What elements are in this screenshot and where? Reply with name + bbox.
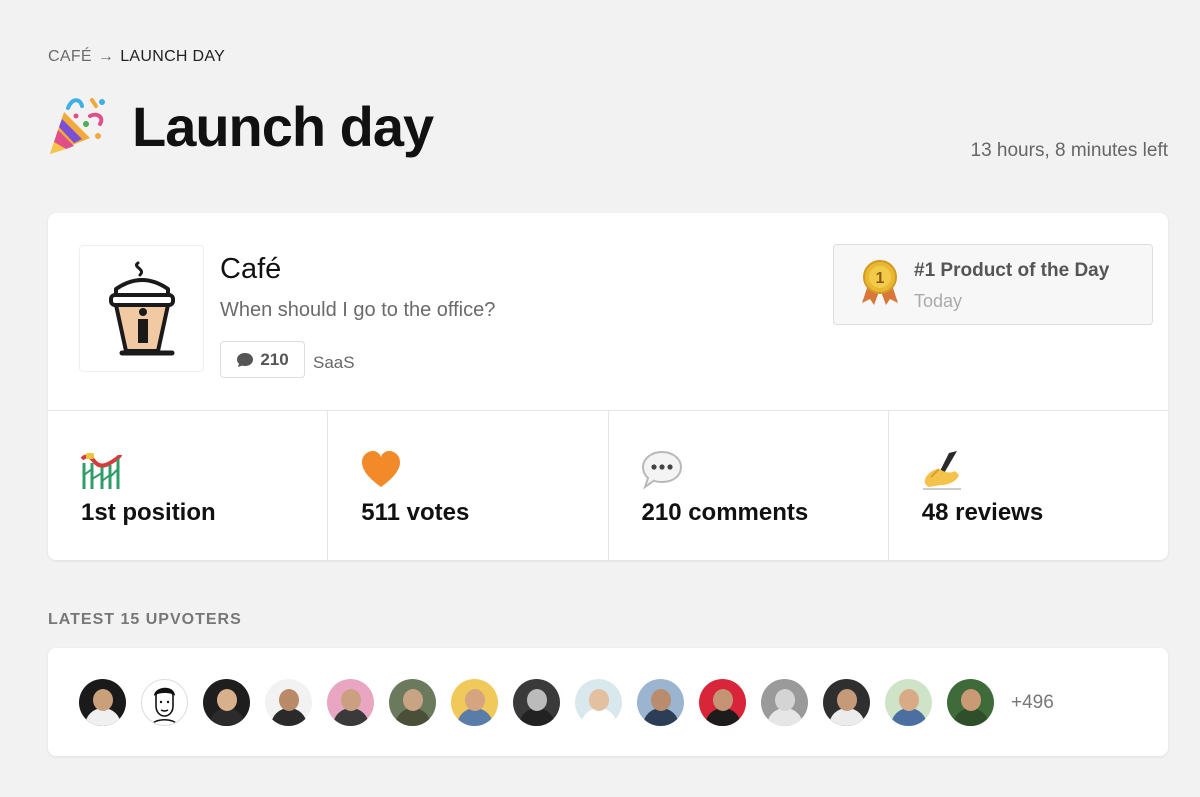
award-title: #1 Product of the Day [914, 260, 1110, 281]
avatar-head [92, 689, 113, 711]
stat-comments: 210 comments [609, 411, 889, 560]
product-logo[interactable] [79, 245, 204, 372]
orange-heart-icon [362, 451, 401, 487]
topic-tag[interactable]: SaaS [313, 353, 355, 373]
breadcrumb-current: LAUNCH DAY [120, 48, 226, 65]
avatar-head [774, 689, 795, 711]
stats-row: 1st position 511 votes 210 comments 48 r… [48, 410, 1168, 560]
sketch-face-icon [151, 687, 178, 725]
avatar-head [340, 689, 361, 711]
upvoter-avatar[interactable] [761, 679, 808, 726]
avatar-head [526, 689, 547, 711]
product-tagline: When should I go to the office? [220, 299, 496, 321]
party-popper-icon [50, 98, 105, 154]
upvoter-avatar[interactable] [79, 679, 126, 726]
avatar-head [960, 689, 981, 711]
avatar-head [278, 689, 299, 711]
writing-hand-icon [922, 451, 961, 490]
breadcrumb-separator: → [97, 48, 115, 65]
stat-reviews: 48 reviews [889, 411, 1168, 560]
page-header: Launch day 13 hours, 8 minutes left [46, 92, 1168, 166]
breadcrumb-parent-link[interactable]: CAFÉ [48, 48, 92, 66]
avatar-head [898, 689, 919, 711]
avatar-head [650, 689, 671, 711]
upvoter-avatar[interactable] [265, 679, 312, 726]
upvoter-avatar[interactable] [141, 679, 188, 726]
avatar-head [402, 689, 423, 711]
stat-position: 1st position [48, 411, 329, 560]
upvoters-section-label: LATEST 15 UPVOTERS [48, 611, 242, 628]
stat-position-label: 1st position [81, 499, 216, 526]
medal-icon: 1 [862, 260, 898, 305]
product-summary: Café When should I go to the office? 210… [48, 213, 1168, 410]
upvoter-avatar[interactable] [451, 679, 498, 726]
avatar-head [712, 689, 733, 711]
stat-votes-label: 511 votes [361, 499, 470, 526]
upvoters-card: +496 [48, 648, 1168, 756]
upvoter-avatar[interactable] [885, 679, 932, 726]
more-upvoters-count[interactable]: +496 [1011, 692, 1054, 714]
stat-reviews-label: 48 reviews [921, 499, 1044, 526]
upvoter-avatar[interactable] [947, 679, 994, 726]
avatar-head [216, 689, 237, 711]
upvoter-avatar[interactable] [203, 679, 250, 726]
breadcrumb: CAFÉ → LAUNCH DAY [48, 48, 225, 66]
comment-count: 210 [260, 349, 289, 369]
stat-comments-label: 210 comments [641, 499, 809, 526]
stat-votes: 511 votes [328, 411, 609, 560]
upvoter-avatar[interactable] [699, 679, 746, 726]
comment-icon [237, 352, 254, 367]
product-name[interactable]: Café [220, 253, 281, 286]
avatar-head [836, 689, 857, 711]
award-subtitle: Today [914, 291, 963, 311]
avatar-head [464, 689, 485, 711]
cafe-cup-logo-icon [108, 261, 175, 355]
upvoter-avatar[interactable] [823, 679, 870, 726]
roller-coaster-icon [80, 453, 122, 489]
page-title: Launch day [132, 95, 434, 158]
upvoter-avatar[interactable] [513, 679, 560, 726]
upvoter-avatar[interactable] [389, 679, 436, 726]
upvoter-avatar[interactable] [637, 679, 684, 726]
upvoter-avatar[interactable] [575, 679, 622, 726]
upvoter-avatar[interactable] [327, 679, 374, 726]
speech-bubble-icon [641, 450, 682, 490]
upvoter-avatars: +496 [79, 679, 1054, 726]
time-left-text: 13 hours, 8 minutes left [970, 140, 1169, 161]
medal-number: 1 [876, 270, 885, 287]
avatar-head [588, 689, 609, 711]
award-badge[interactable]: 1 #1 Product of the Day Today [833, 244, 1153, 325]
comment-count-button[interactable]: 210 [220, 341, 305, 378]
product-card: Café When should I go to the office? 210… [48, 213, 1168, 560]
